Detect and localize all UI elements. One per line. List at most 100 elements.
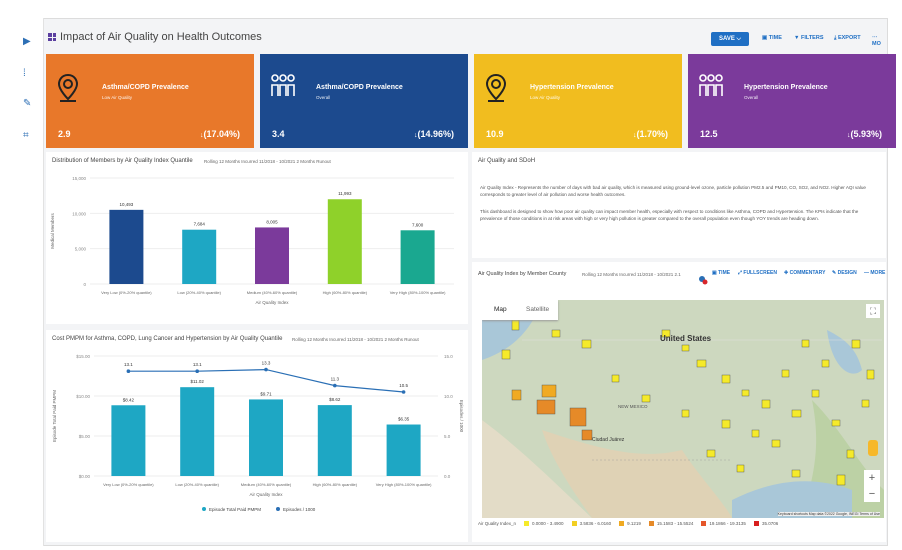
more-button[interactable]: ⋯ MO: [872, 35, 886, 47]
bar-value-label: 10,493: [120, 202, 134, 207]
y2-tick-label: 5.0: [444, 434, 451, 439]
kpi-percent-text: (1.70%): [636, 129, 668, 139]
bar-value-label: $8.42: [123, 397, 135, 402]
line-point: [195, 369, 199, 373]
bar-value-label: $11.02: [190, 379, 204, 384]
rail-icon-2[interactable]: ✎: [23, 98, 31, 109]
kpi-card-1[interactable]: Asthma/COPD Prevalence Low Air Quality 2.9…: [46, 54, 254, 148]
bar-value-label: 8,005: [266, 219, 278, 224]
legend-title: Air Quality Index_n: [478, 521, 517, 526]
time-button[interactable]: ▣ TIME: [762, 35, 782, 41]
alert-icon[interactable]: [698, 272, 708, 285]
line-value-label: 11.3: [331, 377, 340, 382]
kpi-card-3[interactable]: Hypertension Prevalence Low Air Quality 10…: [474, 54, 682, 148]
kpi-percent: ↓(5.93%): [847, 129, 882, 139]
x-tick-label: Very High (80%-100% quantile): [376, 482, 432, 487]
page-title: Impact of Air Quality on Health Outcomes: [60, 31, 262, 43]
line-value-label: 13.3: [262, 361, 271, 366]
left-rail: ▶ ⁞ ✎ ⌗: [14, 18, 44, 546]
filters-label: FILTERS: [800, 35, 824, 41]
cost-pmpm-panel: Cost PMPM for Asthma, COPD, Lung Cancer …: [46, 330, 468, 542]
dashboard-grid-icon: [48, 33, 56, 41]
filters-button[interactable]: ▼ FILTERS: [794, 35, 824, 41]
x-tick-label: Low (20%-40% quantile): [177, 290, 221, 295]
line-point: [264, 367, 268, 372]
kpi-title: Asthma/COPD Prevalence: [102, 84, 189, 91]
header-bar: Impact of Air Quality on Health Outcomes…: [44, 27, 886, 51]
zoom-out-button[interactable]: −: [864, 486, 880, 502]
rail-icon-1[interactable]: ⁞: [23, 68, 26, 79]
pegman-icon[interactable]: [868, 440, 878, 456]
x-axis-label: Air Quality Index: [255, 300, 289, 305]
line-point: [401, 390, 406, 394]
kpi-card-4[interactable]: Hypertension Prevalence Overall 12.5 ↓(5.93…: [688, 54, 896, 148]
fullscreen-button[interactable]: ⤢ FULLSCREEN: [738, 270, 777, 276]
legend-item: 15.1583 - 15.5524: [641, 521, 694, 527]
bar-value-label: $6.35: [398, 417, 410, 422]
y2-tick-label: 15.0: [444, 354, 453, 359]
y-tick-label: $5.00: [79, 434, 91, 439]
design-button[interactable]: ✎ DESIGN: [832, 270, 857, 276]
legend-item: 9.1219: [611, 521, 641, 527]
commentary-button[interactable]: ✚ COMMENTARY: [784, 270, 825, 276]
line-point: [126, 369, 131, 373]
kpi-card-2[interactable]: Asthma/COPD Prevalence Overall 3.4 ↓(14.96%…: [260, 54, 468, 148]
sdoh-panel: Air Quality and SDoH Air Quality Index -…: [472, 152, 886, 258]
legend-swatch: [571, 521, 577, 527]
us-map-graphic: [482, 300, 884, 518]
kpi-value: 3.4: [272, 129, 285, 139]
save-button[interactable]: SAVE ⌵: [711, 32, 749, 46]
bar: [386, 424, 421, 476]
y-tick-label: $10.00: [76, 394, 90, 399]
people-group-icon: [698, 72, 723, 102]
bar: [182, 229, 217, 284]
y-axis-label: Medical Members: [50, 212, 55, 248]
rail-icon-3[interactable]: ⌗: [23, 130, 29, 141]
country-label: United States: [660, 334, 712, 343]
map-more-button[interactable]: — MORE: [864, 270, 885, 276]
state-label: NEW MEXICO: [618, 404, 648, 409]
kpi-percent: ↓(1.70%): [633, 129, 668, 139]
legend-label: 9.1219: [627, 521, 641, 526]
zoom-in-button[interactable]: +: [864, 470, 880, 486]
legend-label: 0.0000 - 3.4900: [532, 521, 564, 526]
map-footer: Keyboard shortcuts Map data ©2022 Google…: [777, 512, 880, 516]
commentary-label: COMMENTARY: [789, 270, 826, 276]
map-title: Air Quality Index by Member County: [478, 271, 567, 277]
map-type-toggle: Map Satellite: [482, 300, 558, 320]
kpi-subtitle: Low Air Quality: [530, 95, 561, 100]
y-tick-label: 15,000: [72, 176, 86, 181]
people-group-icon: [270, 72, 295, 102]
line-point: [333, 383, 337, 388]
satellite-tab[interactable]: Satellite: [526, 306, 549, 313]
x-tick-label: High (60%-80% quantile): [313, 482, 358, 487]
expand-icon[interactable]: ▶: [23, 36, 31, 47]
x-tick-label: Medium (40%-60% quantile): [247, 290, 298, 295]
x-tick-label: Very Low (0%-20% quantile): [101, 290, 152, 295]
map-tab[interactable]: Map: [494, 306, 507, 313]
line-value-label: 13.1: [193, 362, 202, 367]
map-time-button[interactable]: ▣ TIME: [712, 270, 730, 276]
map-time-label: TIME: [718, 270, 731, 276]
fullscreen-map-icon[interactable]: ⛶: [866, 304, 880, 318]
export-label: EXPORT: [837, 35, 861, 41]
kpi-value: 10.9: [486, 129, 504, 139]
legend-label: 35.0706: [761, 521, 779, 526]
cost-combo-chart: $15.00 15.0 $10.00 10.0 $5.00 5.0 $0.00 0.0 Epis…: [52, 354, 464, 512]
kpi-value: 12.5: [700, 129, 718, 139]
x-tick-label: Very Low (0%-20% quantile): [103, 482, 154, 487]
sdoh-paragraph-2: This dashboard is designed to show how p…: [480, 209, 859, 221]
kpi-title: Hypertension Prevalence: [530, 84, 614, 91]
legend-label: Episode Total Paid PMPM: [209, 507, 261, 512]
bar: [327, 199, 362, 284]
y2-tick-label: 10.0: [444, 394, 453, 399]
design-label: DESIGN: [837, 270, 857, 276]
legend-label: 3.5836 - 6.0160: [579, 521, 612, 526]
x-tick-label: Very High (80%-100% quantile): [390, 290, 446, 295]
export-button[interactable]: ⤓ EXPORT: [834, 35, 861, 42]
x-axis-label: Air Quality Index: [249, 492, 283, 497]
map-view[interactable]: Map Satellite United States Ciudad Juáre…: [482, 300, 884, 518]
legend-swatch: [619, 521, 625, 527]
legend-item: 35.0706: [746, 521, 779, 527]
legend-label: 15.1583 - 15.5524: [656, 521, 694, 526]
